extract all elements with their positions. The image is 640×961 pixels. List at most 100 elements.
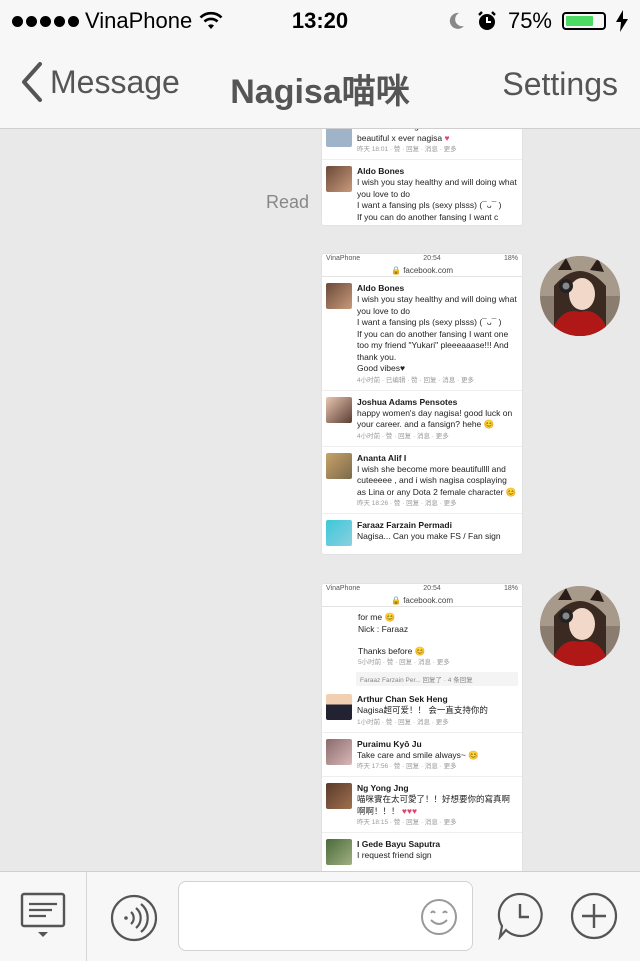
inner-url: facebook.com: [403, 266, 453, 275]
chat-title: Nagisa喵咪: [230, 73, 410, 111]
sender-avatar[interactable]: [540, 256, 620, 336]
back-label: Message: [50, 63, 180, 100]
commenter-name: Ananta Alif I: [357, 452, 407, 463]
comment-text: Thanks before 😊: [358, 646, 426, 656]
lock-icon: 🔒: [390, 596, 401, 605]
comment-text: happy women's day nagisa! good luck on y…: [357, 407, 513, 430]
back-button[interactable]: Message: [20, 62, 180, 102]
commenter-name: Aldo Bones: [357, 166, 405, 176]
comment-text: I want a fansing pls (sexy plsss) (¯ᴗ¯ ): [357, 317, 502, 327]
toolbar-divider: [86, 872, 87, 961]
comment-text: I request friend sign: [357, 850, 432, 860]
inner-carrier: VinaPhone: [326, 585, 361, 592]
commenter-name: Aldo Bones: [357, 283, 405, 293]
commenter-avatar: [326, 396, 352, 423]
message-input[interactable]: [178, 881, 473, 951]
inner-time: 20:54: [423, 585, 441, 592]
moon-icon: [449, 12, 464, 29]
comment-meta: 1小时前 · 赞 · 回复 · 消息 · 更多: [357, 718, 449, 726]
inner-url-bar: 🔒 facebook.com: [322, 266, 522, 277]
battery-percent: 75%: [507, 8, 552, 33]
comment-text: for me 😊: [358, 612, 396, 622]
hearts-icon: ♥♥♥: [401, 805, 418, 816]
comment-meta: 昨天 18:26 · 赞 · 回复 · 消息 · 更多: [357, 500, 457, 507]
comment-text: I want a fansing pls (sexy plsss) (¯ᴗ¯ ): [357, 200, 502, 210]
battery-icon: [562, 12, 606, 30]
chevron-left-icon: [22, 62, 42, 102]
comment-text: Nagisa超可爱！！ 会一直支持你的: [357, 705, 488, 715]
voice-button[interactable]: [110, 894, 158, 947]
comment-text: I wish she become more beautifullll and …: [357, 463, 517, 497]
commenter-avatar: [326, 783, 352, 809]
add-button[interactable]: [570, 892, 618, 945]
commenter-avatar: [326, 166, 352, 192]
inner-url: facebook.com: [403, 596, 453, 605]
comment-item: Faraaz Farzain Permadi Nagisa... Can you…: [322, 514, 522, 550]
comment-meta: 昨天 18:15 · 赞 · 回复 · 消息 · 更多: [357, 819, 457, 826]
heart-icon: ♥: [444, 132, 450, 143]
comment-meta: 5小时前 · 赞 · 回复 · 消息 · 更多: [358, 659, 450, 666]
status-right: 75%: [446, 8, 628, 34]
comment-text: Nagisa... Can you make FS / Fan sign: [357, 531, 501, 541]
comment-item: Ananta Alif I I wish she become more bea…: [322, 447, 522, 514]
commenter-avatar: [326, 283, 352, 309]
comment-item: Joshua Adams Pensotes happy women's day …: [322, 391, 522, 447]
commenter-name: Faraaz Farzain Permadi: [357, 520, 452, 530]
inner-status-bar: VinaPhone 20:54 18%: [322, 584, 522, 596]
comment-text: 喵咪實在太可愛了！！好想要你的寫真啊啊啊！！！ ♥♥♥: [357, 794, 511, 816]
comment-text: I wish you stay healthy and will doing w…: [357, 177, 517, 199]
keyboard-menu-icon: [20, 892, 66, 937]
sender-avatar[interactable]: [540, 586, 620, 666]
chat-area[interactable]: i want some nagisa kisses lol. Just as b…: [0, 129, 640, 871]
screenshot-message-1[interactable]: i want some nagisa kisses lol. Just as b…: [322, 129, 522, 225]
commenter-name: I Gede Bayu Saputra: [357, 839, 441, 849]
inner-battery: 18%: [503, 255, 518, 262]
comment-meta: 4小时前 · 已编辑 · 赞 · 回复 · 消息 · 更多: [357, 376, 474, 384]
inner-time: 20:54: [423, 255, 441, 262]
commenter-avatar: [326, 694, 352, 720]
inner-battery: 18%: [503, 585, 518, 592]
comment-item: i want some nagisa kisses lol. Just as b…: [322, 129, 522, 160]
screenshot-message-3[interactable]: VinaPhone 20:54 18% 🔒 facebook.com for m…: [322, 584, 522, 871]
inner-carrier: VinaPhone: [326, 255, 361, 262]
comment-text: Good vibes♥: [357, 363, 406, 373]
comment-item: Aldo Bones I wish you stay healthy and w…: [322, 277, 522, 391]
nav-bar: Message Nagisa喵咪 Settings: [0, 40, 640, 129]
history-button[interactable]: [496, 892, 544, 945]
comment-text: i want some nagisa kisses lol. Just as b…: [357, 129, 498, 143]
settings-button[interactable]: Settings: [502, 66, 618, 103]
read-receipt: Read: [266, 192, 310, 212]
commenter-avatar: [326, 452, 352, 479]
comment-meta: 昨天 18:01 · 赞 · 回复 · 消息 · 更多: [357, 146, 457, 153]
comment-text: If you can do another fansing I want one…: [357, 328, 509, 362]
comment-item: Puraimu Kyō Ju Take care and smile alway…: [322, 733, 522, 777]
plus-icon: [570, 892, 618, 940]
comment-continuation: for me 😊 Nick : Faraaz Thanks before 😊 5…: [322, 607, 522, 670]
comment-text: I wish you stay healthy and will doing w…: [357, 294, 517, 316]
commenter-name: Arthur Chan Sek Heng: [357, 694, 448, 704]
inner-url-bar: 🔒 facebook.com: [322, 596, 522, 607]
comment-meta: 4小时前 · 赞 · 回复 · 消息 · 更多: [357, 432, 449, 440]
commenter-avatar: [326, 129, 352, 147]
input-toolbar: [0, 871, 640, 961]
charging-bolt-icon: [616, 10, 628, 32]
history-icon: [497, 892, 543, 941]
commenter-avatar: [326, 839, 352, 865]
commenter-avatar: [326, 738, 352, 765]
comment-item: Ng Yong Jng 喵咪實在太可愛了！！好想要你的寫真啊啊啊！！！ ♥♥♥ …: [322, 777, 522, 833]
emoji-icon[interactable]: [420, 898, 458, 936]
battery-fill: [566, 16, 593, 26]
commenter-name: Joshua Adams Pensotes: [357, 396, 458, 407]
commenter-avatar: [326, 520, 352, 546]
alarm-icon: [478, 11, 496, 30]
comment-text: If you can do another fansing I want c: [357, 211, 499, 222]
comment-text: Take care and smile always~ 😊: [357, 749, 479, 760]
status-bar: VinaPhone 13:20 75%: [0, 0, 640, 40]
comment-item: I Gede Bayu Saputra I request friend sig…: [322, 833, 522, 869]
comment-meta: 昨天 17:56 · 赞 · 回复 · 消息 · 更多: [357, 763, 457, 770]
screenshot-message-2[interactable]: VinaPhone 20:54 18% 🔒 facebook.com Aldo …: [322, 254, 522, 554]
inner-status-bar: VinaPhone 20:54 18%: [322, 254, 522, 266]
comment-item: Arthur Chan Sek Heng Nagisa超可爱！！ 会一直支持你的…: [322, 688, 522, 733]
voice-icon: [110, 894, 158, 942]
keyboard-menu-button[interactable]: [20, 892, 66, 945]
